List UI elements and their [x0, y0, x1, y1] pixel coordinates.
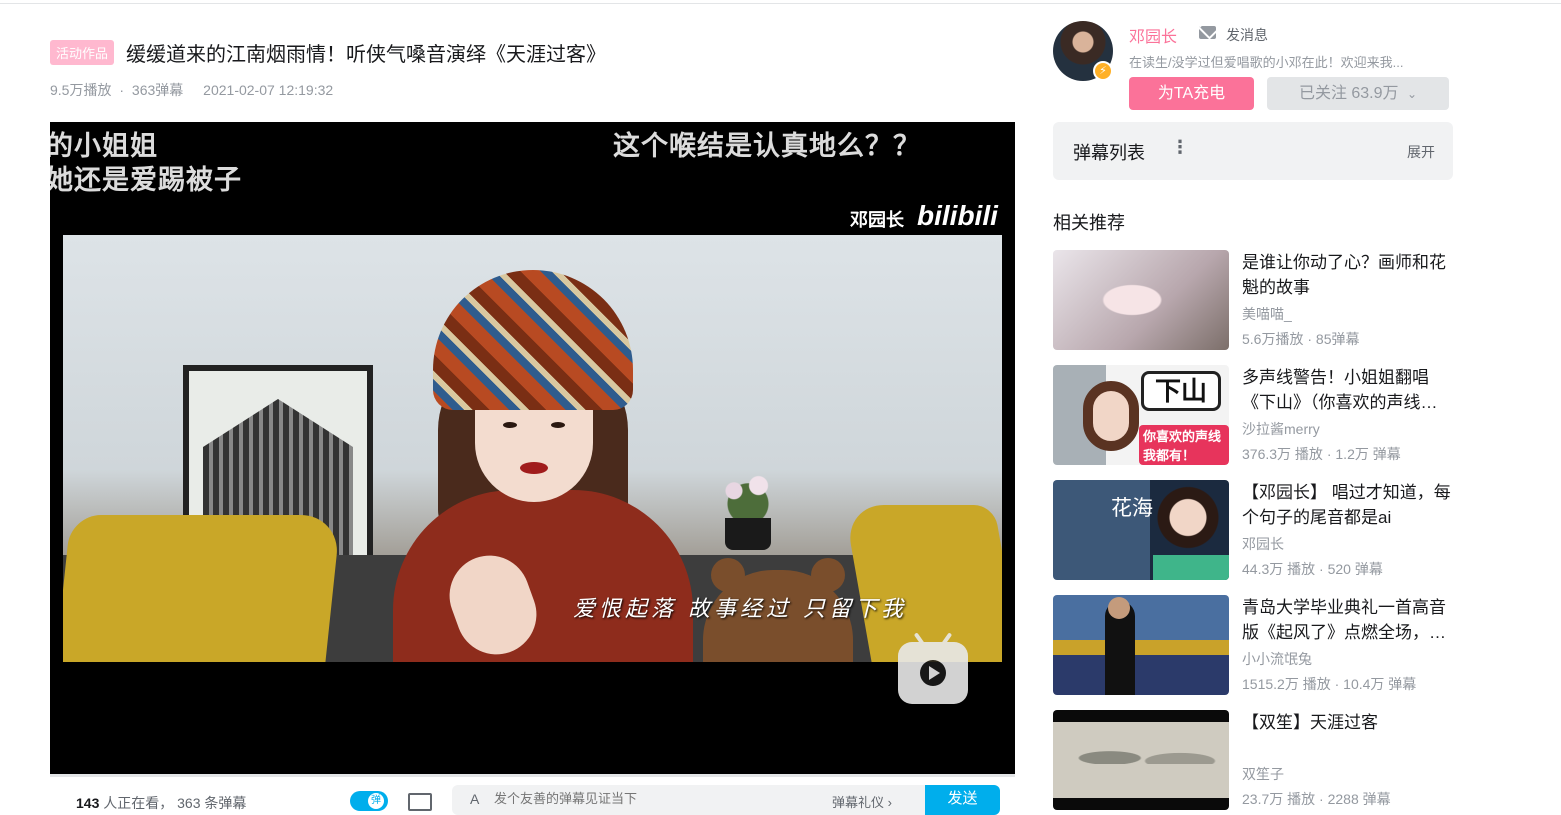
loaded-danmaku: 363 条弹幕 — [177, 795, 247, 811]
video-thumbnail[interactable]: 花海 — [1053, 480, 1229, 580]
recommend-item-plays: 23.7万 播放 — [1242, 791, 1316, 807]
video-title-row: 活动作品 缓缓道来的江南烟雨情！听侠气嗓音演绎《天涯过客》 — [50, 38, 606, 67]
recommend-item[interactable]: 下山 你喜欢的声线 我都有！ 多声线警告！小姐姐翻唱《下山》（你喜欢的声线我都有… — [1053, 365, 1453, 465]
viewer-text: 人正在看， — [103, 795, 174, 811]
danmaku-list-title: 弹幕列表 — [1073, 143, 1145, 163]
bilibili-logo: bilibili — [917, 200, 998, 231]
danmaku-right-1: 这个喉结是认真地么？？ — [613, 131, 921, 161]
viewer-info: 143 人正在看， 363 条弹幕 — [76, 793, 246, 813]
recommend-item-danmaku: 2288 弹幕 — [1327, 791, 1391, 807]
recommend-item-plays: 5.6万播放 — [1242, 331, 1304, 347]
lightning-icon: ⚡ — [1093, 61, 1113, 81]
plant — [713, 470, 783, 550]
recommend-item-stats: 376.3万 播放 · 1.2万 弹幕 — [1242, 446, 1401, 462]
expand-button[interactable]: 展开 — [1407, 142, 1435, 162]
recommend-item-title[interactable]: 多声线警告！小姐姐翻唱《下山》（你喜欢的声线我都有！） — [1242, 365, 1454, 415]
top-divider — [0, 0, 1561, 4]
recommend-item-title[interactable]: 青岛大学毕业典礼一首高音版《起风了》点燃全场，… — [1242, 595, 1454, 645]
recommend-item-danmaku: 10.4万 弹幕 — [1343, 676, 1417, 692]
recommend-item-danmaku: 1.2万 弹幕 — [1335, 446, 1401, 462]
video-frame: 爱恨起落 故事经过 只留下我 — [63, 235, 1002, 662]
recommend-item-plays: 44.3万 播放 — [1242, 561, 1316, 577]
recommend-item-up[interactable]: 美喵喵_ — [1242, 304, 1292, 324]
danmaku-toggle[interactable] — [350, 791, 388, 811]
send-danmaku-button[interactable]: 发送 — [925, 785, 1000, 815]
video-thumbnail[interactable] — [1053, 595, 1229, 695]
recommend-item-plays: 1515.2万 播放 — [1242, 676, 1331, 692]
pillow-left — [63, 515, 341, 662]
recommend-item[interactable]: 青岛大学毕业典礼一首高音版《起风了》点燃全场，… 小小流氓兔 1515.2万 播… — [1053, 595, 1453, 695]
follow-label: 已关注 63.9万 — [1298, 85, 1399, 102]
thumbnail-caption: 你喜欢的声线 我都有！ — [1139, 425, 1229, 465]
uploader-description: 在读生/没学过但爱唱歌的小邓在此！欢迎来我... — [1129, 55, 1404, 70]
danmaku-left-2: 她还是爱踢被子 — [50, 165, 242, 195]
recommend-item-up[interactable]: 双笙子 — [1242, 764, 1284, 784]
recommend-item-up[interactable]: 邓园长 — [1242, 534, 1284, 554]
font-style-icon[interactable]: A — [470, 791, 479, 807]
recommend-item-plays: 376.3万 播放 — [1242, 446, 1323, 462]
danmaku-input[interactable] — [494, 791, 794, 806]
video-player[interactable]: 的小姐姐 她还是爱踢被子 这个喉结是认真地么？？ 邓园长 bilibili 爱恨… — [50, 122, 1015, 774]
activity-tag[interactable]: 活动作品 — [50, 40, 115, 65]
uploader-name[interactable]: 邓园长 — [1129, 23, 1177, 47]
recommend-item[interactable]: 是谁让你动了心？画师和花魁的故事 美喵喵_ 5.6万播放 · 85弹幕 — [1053, 250, 1453, 350]
video-meta: 9.5万播放 · 363弹幕 2021-02-07 12:19:32 — [50, 80, 337, 100]
watermark-name: 邓园长 — [850, 210, 904, 230]
meta-separator: · — [119, 82, 125, 98]
danmaku-setting-icon[interactable] — [408, 793, 432, 811]
charge-button[interactable]: 为TA充电 — [1129, 77, 1254, 110]
recommend-item-stats: 44.3万 播放 · 520 弹幕 — [1242, 561, 1383, 577]
danmaku-input-wrap: A 弹幕礼仪 › — [452, 785, 925, 815]
recommend-item-title[interactable]: 是谁让你动了心？画师和花魁的故事 — [1242, 250, 1454, 300]
follow-button[interactable]: 已关注 63.9万 ⌄ — [1267, 77, 1449, 110]
thumbnail-text: 花海 — [1111, 497, 1153, 520]
video-title: 缓缓道来的江南烟雨情！听侠气嗓音演绎《天涯过客》 — [126, 44, 607, 66]
pillow-right — [843, 505, 1002, 662]
play-button[interactable] — [898, 642, 968, 704]
video-thumbnail[interactable] — [1053, 250, 1229, 350]
recommend-item-title[interactable]: 【双笙】天涯过客 — [1242, 710, 1454, 735]
more-options-icon[interactable]: ⋮ — [1171, 137, 1189, 158]
recommend-item-danmaku: 520 弹幕 — [1327, 561, 1383, 577]
publish-date: 2021-02-07 12:19:32 — [203, 82, 334, 98]
recommend-item-up[interactable]: 小小流氓兔 — [1242, 649, 1312, 669]
recommend-item-title[interactable]: 【邓园长】 唱过才知道，每个句子的尾音都是ai — [1242, 480, 1454, 530]
send-message-link[interactable]: 发消息 — [1226, 25, 1268, 45]
recommend-item-stats: 5.6万播放 · 85弹幕 — [1242, 331, 1360, 347]
recommend-item-up[interactable]: 沙拉酱merry — [1242, 419, 1320, 439]
recommend-item-stats: 23.7万 播放 · 2288 弹幕 — [1242, 791, 1391, 807]
danmaku-count: 363弹幕 — [131, 82, 184, 98]
danmaku-list-panel[interactable]: 弹幕列表 ⋮ 展开 — [1053, 122, 1453, 180]
recommend-item[interactable]: 【双笙】天涯过客 双笙子 23.7万 播放 · 2288 弹幕 — [1053, 710, 1453, 810]
video-thumbnail[interactable]: 下山 你喜欢的声线 我都有！ — [1053, 365, 1229, 465]
thumbnail-text: 下山 — [1141, 371, 1221, 411]
play-count: 9.5万播放 — [50, 82, 112, 98]
recommend-item[interactable]: 花海 【邓园长】 唱过才知道，每个句子的尾音都是ai 邓园长 44.3万 播放 … — [1053, 480, 1453, 580]
mail-icon[interactable] — [1199, 26, 1216, 39]
recommend-title: 相关推荐 — [1053, 213, 1125, 233]
play-icon — [920, 660, 946, 686]
recommend-item-stats: 1515.2万 播放 · 10.4万 弹幕 — [1242, 676, 1417, 692]
recommend-item-danmaku: 85弹幕 — [1315, 331, 1360, 347]
lyric-subtitle: 爱恨起落 故事经过 只留下我 — [573, 597, 907, 622]
viewer-count: 143 — [76, 795, 100, 811]
video-thumbnail[interactable] — [1053, 710, 1229, 810]
player-sending-bar: 143 人正在看， 363 条弹幕 A 弹幕礼仪 › 发送 — [50, 777, 1015, 815]
chevron-down-icon: ⌄ — [1406, 87, 1418, 101]
